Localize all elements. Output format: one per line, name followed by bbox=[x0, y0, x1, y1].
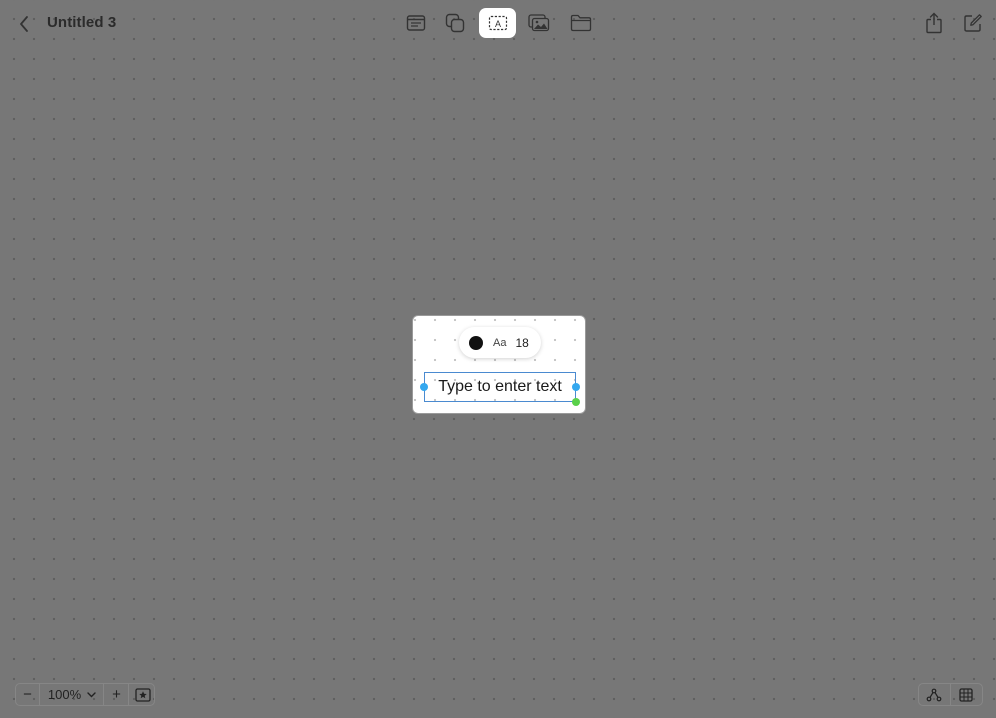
folder-icon bbox=[570, 14, 592, 32]
corner-resize-handle[interactable] bbox=[572, 398, 580, 406]
top-toolbar: Untitled 3 A bbox=[0, 0, 996, 48]
font-button[interactable]: Aa bbox=[493, 337, 506, 349]
connector-icon bbox=[926, 688, 942, 701]
text-format-bar: Aa 18 bbox=[459, 327, 541, 358]
chevron-down-icon bbox=[87, 691, 96, 697]
left-resize-handle[interactable] bbox=[420, 383, 428, 391]
right-resize-handle[interactable] bbox=[572, 383, 580, 391]
photo-icon bbox=[528, 14, 550, 32]
chevron-left-icon bbox=[20, 16, 28, 32]
zoom-in-button[interactable]: + bbox=[105, 684, 129, 705]
canvas-card[interactable]: Aa 18 Type to enter text bbox=[412, 315, 586, 414]
media-tool-button[interactable] bbox=[521, 8, 557, 38]
text-box-placeholder[interactable]: Type to enter text bbox=[438, 378, 562, 396]
text-box-icon: A bbox=[488, 15, 507, 31]
share-button[interactable] bbox=[921, 10, 947, 36]
text-box[interactable]: Type to enter text bbox=[420, 372, 580, 406]
compose-icon bbox=[964, 14, 982, 32]
text-color-button[interactable] bbox=[469, 335, 483, 350]
grid-button[interactable] bbox=[951, 684, 982, 705]
zoom-level-value: 100% bbox=[47, 687, 82, 702]
compose-button[interactable] bbox=[960, 10, 986, 36]
svg-text:A: A bbox=[494, 19, 500, 29]
back-button[interactable] bbox=[13, 12, 35, 36]
shapes-icon bbox=[445, 13, 465, 33]
zoom-controls: − 100% + bbox=[15, 683, 155, 706]
zoom-level-dropdown[interactable]: 100% bbox=[41, 684, 104, 705]
document-title[interactable]: Untitled 3 bbox=[47, 14, 116, 31]
text-page-icon bbox=[406, 15, 426, 31]
notes-tool-button[interactable] bbox=[398, 8, 434, 38]
text-box-tool-button[interactable]: A bbox=[479, 8, 516, 38]
bottom-right-controls bbox=[918, 683, 983, 706]
share-icon bbox=[926, 12, 942, 34]
shapes-tool-button[interactable] bbox=[437, 8, 473, 38]
font-size-button[interactable]: 18 bbox=[515, 336, 528, 350]
files-tool-button[interactable] bbox=[563, 8, 599, 38]
favorites-button[interactable] bbox=[130, 684, 155, 705]
star-box-icon bbox=[134, 687, 151, 702]
zoom-out-button[interactable]: − bbox=[16, 684, 40, 705]
grid-icon bbox=[959, 687, 973, 702]
connector-button[interactable] bbox=[919, 684, 951, 705]
